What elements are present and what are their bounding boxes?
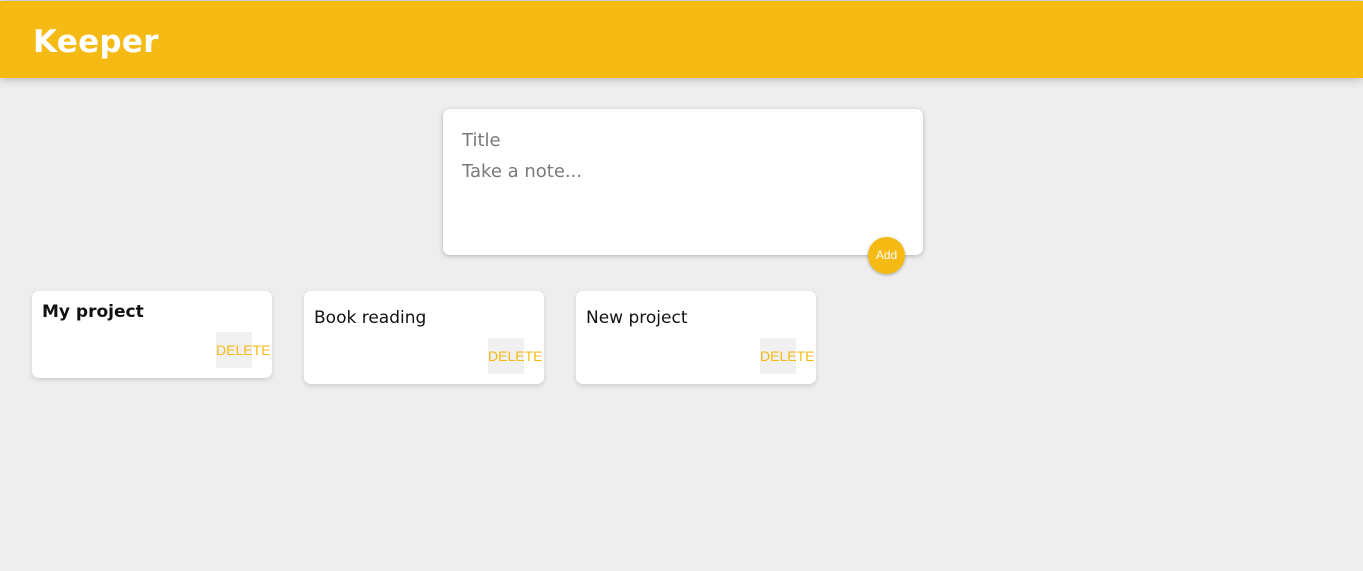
note-card: Book reading DELETE [304,291,544,384]
note-card: My project DELETE [32,291,272,378]
note-content-input[interactable] [462,160,902,240]
create-note-form [443,109,923,255]
note-title: New project [586,308,688,328]
app-header: Keeper [0,1,1363,78]
note-title: Book reading [314,308,427,328]
note-title: My project [42,302,144,322]
add-note-button[interactable]: Add [868,237,905,274]
app-title: Keeper [33,24,159,60]
note-card: New project DELETE [576,291,816,384]
delete-note-button[interactable]: DELETE [760,338,814,374]
delete-note-button[interactable]: DELETE [216,332,270,368]
note-title-input[interactable] [462,128,902,152]
delete-note-button[interactable]: DELETE [488,338,542,374]
